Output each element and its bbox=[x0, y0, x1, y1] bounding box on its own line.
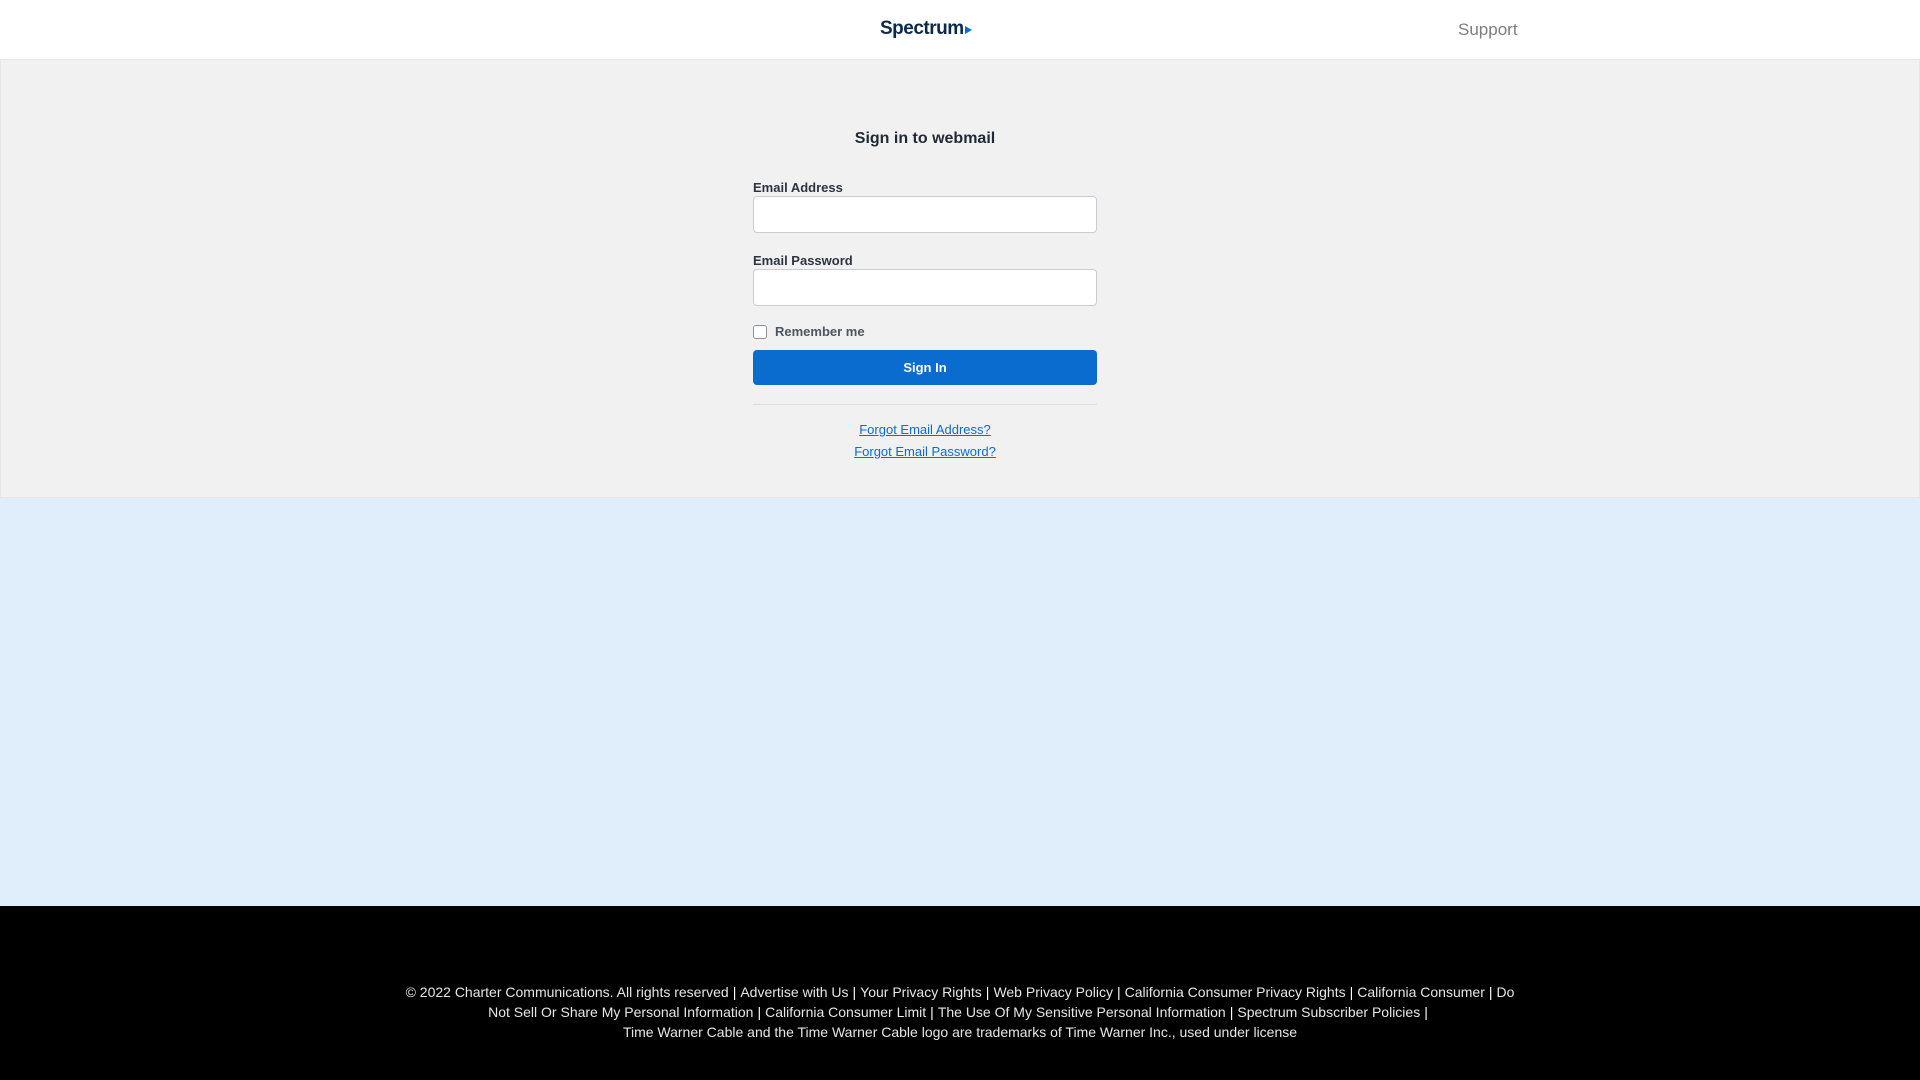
login-form: Sign in to webmail Email Address Email P… bbox=[753, 130, 1097, 459]
footer-link-web-privacy[interactable]: Web Privacy Policy bbox=[993, 984, 1113, 1000]
email-label: Email Address bbox=[753, 180, 843, 195]
support-link[interactable]: Support bbox=[1458, 20, 1518, 40]
remember-me-checkbox[interactable] bbox=[753, 324, 767, 339]
email-field[interactable] bbox=[753, 196, 1097, 233]
trademark-text: Time Warner Cable and the Time Warner Ca… bbox=[622, 1024, 1298, 1040]
site-footer: © 2022 Charter Communications. All right… bbox=[0, 906, 1920, 1080]
footer-links: © 2022 Charter Communications. All right… bbox=[400, 982, 1520, 1042]
footer-link-privacy-rights[interactable]: Your Privacy Rights bbox=[860, 984, 982, 1000]
footer-link-subscriber-policies[interactable]: Spectrum Subscriber Policies bbox=[1237, 1004, 1420, 1020]
footer-link-advertise[interactable]: Advertise with Us bbox=[740, 984, 848, 1000]
logo-text: Spectrum bbox=[880, 18, 964, 39]
hero-area bbox=[0, 498, 1920, 906]
footer-link-ca-privacy-rights[interactable]: California Consumer Privacy Rights bbox=[1125, 984, 1346, 1000]
copyright-text: © 2022 Charter Communications. All right… bbox=[405, 984, 729, 1000]
site-header: Spectrum Support bbox=[0, 0, 1920, 60]
logo-arrow-icon bbox=[964, 26, 972, 34]
password-label: Email Password bbox=[753, 253, 853, 268]
remember-me-label[interactable]: Remember me bbox=[775, 324, 865, 339]
remember-me-row: Remember me bbox=[753, 324, 865, 339]
sign-in-button[interactable]: Sign In bbox=[753, 350, 1097, 385]
forgot-email-link[interactable]: Forgot Email Address? bbox=[753, 422, 1097, 437]
footer-link-ca-consumer-limit[interactable]: California Consumer Limit bbox=[765, 1004, 926, 1020]
divider bbox=[753, 404, 1097, 405]
login-section: Sign in to webmail Email Address Email P… bbox=[0, 60, 1920, 498]
login-title: Sign in to webmail bbox=[854, 130, 996, 147]
footer-link-ca-consumer[interactable]: California Consumer bbox=[1357, 984, 1485, 1000]
forgot-password-link[interactable]: Forgot Email Password? bbox=[753, 444, 1097, 459]
spectrum-logo[interactable]: Spectrum bbox=[880, 18, 972, 40]
password-field[interactable] bbox=[753, 269, 1097, 306]
footer-link-sensitive-info[interactable]: The Use Of My Sensitive Personal Informa… bbox=[938, 1004, 1226, 1020]
